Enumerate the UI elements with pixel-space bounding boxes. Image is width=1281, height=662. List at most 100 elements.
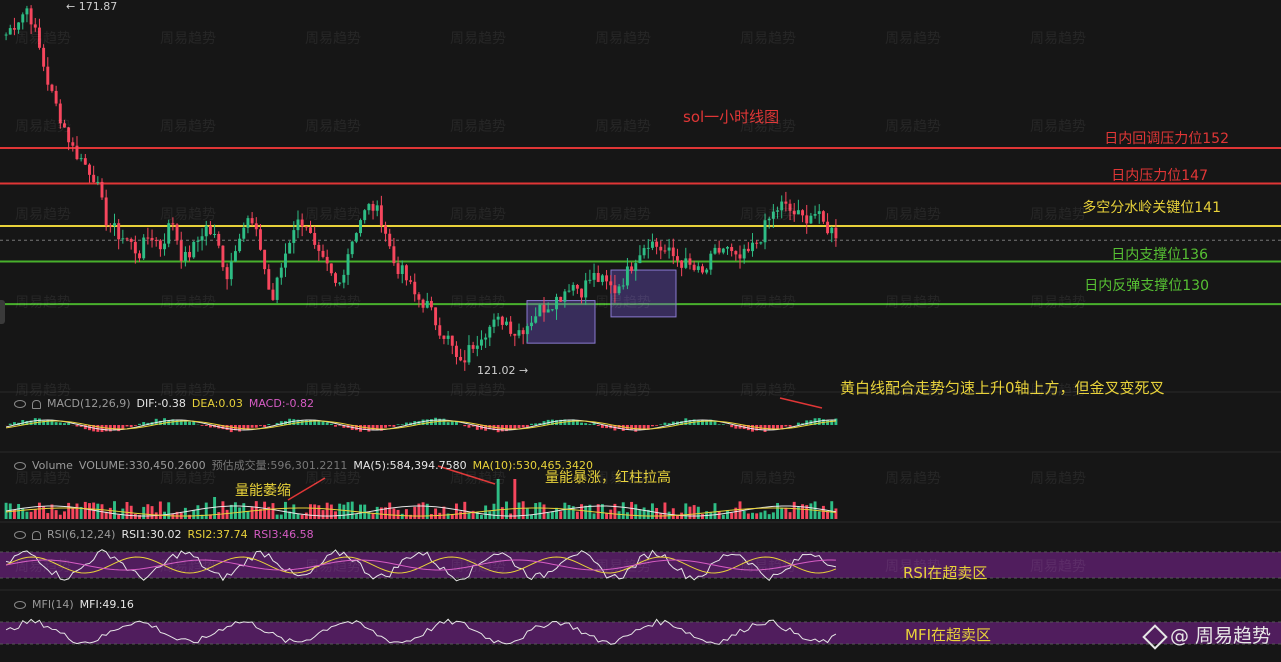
volume-bar bbox=[793, 502, 796, 519]
macd-histogram-bar bbox=[388, 425, 391, 426]
candle-body bbox=[797, 210, 800, 214]
rsi-header: RSI(6,12,24)RSI1:30.02RSI2:37.74RSI3:46.… bbox=[14, 528, 320, 541]
candle-body bbox=[505, 322, 508, 325]
volume-turnover: 预估成交量:596,301.2211 bbox=[212, 459, 348, 472]
bell-icon[interactable] bbox=[32, 531, 41, 540]
candle-body bbox=[572, 285, 575, 291]
eye-icon[interactable] bbox=[14, 400, 26, 408]
volume-bar bbox=[809, 503, 812, 519]
candle-body bbox=[284, 254, 287, 268]
volume-bar bbox=[159, 502, 162, 519]
candle-body bbox=[618, 286, 621, 293]
eye-icon[interactable] bbox=[14, 601, 26, 609]
eye-icon[interactable] bbox=[14, 462, 26, 470]
candle-body bbox=[530, 323, 533, 326]
macd-histogram-bar bbox=[530, 424, 533, 425]
volume-bar bbox=[284, 502, 287, 519]
candle-body bbox=[651, 242, 654, 248]
candle-body bbox=[484, 338, 487, 340]
macd-histogram-bar bbox=[34, 418, 37, 425]
mfi-params: MFI(14) bbox=[32, 598, 74, 611]
candle-body bbox=[459, 357, 462, 360]
panel-resize-handle[interactable] bbox=[0, 300, 5, 324]
candle-body bbox=[634, 263, 637, 271]
macd-histogram-bar bbox=[659, 424, 662, 425]
volume-bar bbox=[217, 512, 220, 519]
candle-body bbox=[251, 218, 254, 223]
candle-body bbox=[372, 204, 375, 211]
low-price-marker: 121.02 → bbox=[477, 364, 528, 377]
candle-body bbox=[9, 28, 12, 34]
candle-body bbox=[42, 48, 45, 67]
volume-bar bbox=[301, 515, 304, 519]
volume-bar bbox=[238, 507, 241, 519]
volume-bar bbox=[626, 512, 629, 519]
macd-header: MACD(12,26,9)DIF:-0.38DEA:0.03MACD:-0.82 bbox=[14, 397, 320, 410]
volume-bar bbox=[522, 501, 525, 519]
volume-bar bbox=[559, 511, 562, 519]
volume-bar bbox=[326, 503, 329, 519]
candle-body bbox=[593, 273, 596, 280]
volume-bar bbox=[689, 507, 692, 519]
volume-bar bbox=[555, 508, 558, 519]
candle-body bbox=[463, 360, 466, 362]
candle-body bbox=[755, 243, 758, 244]
candle-body bbox=[105, 197, 108, 225]
macd-histogram-bar bbox=[797, 423, 800, 425]
volume-bar bbox=[46, 513, 49, 519]
candle-body bbox=[605, 275, 608, 281]
candle-body bbox=[488, 327, 491, 338]
eye-icon[interactable] bbox=[14, 531, 26, 539]
macd-histogram-bar bbox=[584, 423, 587, 425]
candle-body bbox=[626, 266, 629, 285]
volume-bar bbox=[759, 512, 762, 519]
volume-bar bbox=[722, 515, 725, 519]
candle-body bbox=[518, 330, 521, 336]
candle-body bbox=[255, 223, 258, 229]
macd-histogram-bar bbox=[267, 424, 270, 425]
candle-body bbox=[292, 230, 295, 243]
volume-bar bbox=[126, 502, 129, 519]
candle-body bbox=[163, 244, 166, 250]
candle-body bbox=[226, 267, 229, 279]
candle-body bbox=[772, 212, 775, 219]
candle-body bbox=[447, 336, 450, 339]
volume-bar bbox=[88, 503, 91, 519]
candle-body bbox=[426, 301, 429, 308]
candle-body bbox=[422, 300, 425, 308]
volume-bar bbox=[513, 479, 516, 519]
volume-bar bbox=[780, 508, 783, 519]
candle-body bbox=[768, 219, 771, 221]
candle-body bbox=[534, 316, 537, 322]
candle-body bbox=[221, 246, 224, 267]
candle-body bbox=[663, 250, 666, 251]
volume-bar bbox=[334, 511, 337, 519]
volume-bar bbox=[205, 503, 208, 519]
volume-bar bbox=[246, 511, 249, 519]
volume-bar bbox=[563, 503, 566, 519]
macd-histogram-bar bbox=[772, 425, 775, 429]
volume-bar bbox=[584, 506, 587, 519]
volume-bar bbox=[76, 504, 79, 519]
macd-params: MACD(12,26,9) bbox=[47, 397, 131, 410]
candle-body bbox=[322, 251, 325, 257]
macd-histogram-bar bbox=[326, 422, 329, 425]
candle-body bbox=[709, 254, 712, 270]
volume-bar bbox=[493, 504, 496, 519]
volume-bar bbox=[442, 507, 445, 519]
candle-body bbox=[584, 280, 587, 297]
candle-body bbox=[609, 281, 612, 285]
candle-body bbox=[84, 158, 87, 164]
macd-histogram-bar bbox=[568, 420, 571, 425]
macd-histogram-bar bbox=[76, 425, 79, 426]
consolidation-box bbox=[611, 270, 676, 317]
bell-icon[interactable] bbox=[32, 400, 41, 409]
candle-body bbox=[509, 322, 512, 334]
volume-bar bbox=[71, 508, 74, 519]
candle-body bbox=[180, 241, 183, 261]
candle-body bbox=[526, 326, 529, 334]
candle-body bbox=[246, 218, 249, 228]
candle-body bbox=[88, 165, 91, 175]
rsi-params: RSI(6,12,24) bbox=[47, 528, 115, 541]
candle-body bbox=[259, 229, 262, 250]
